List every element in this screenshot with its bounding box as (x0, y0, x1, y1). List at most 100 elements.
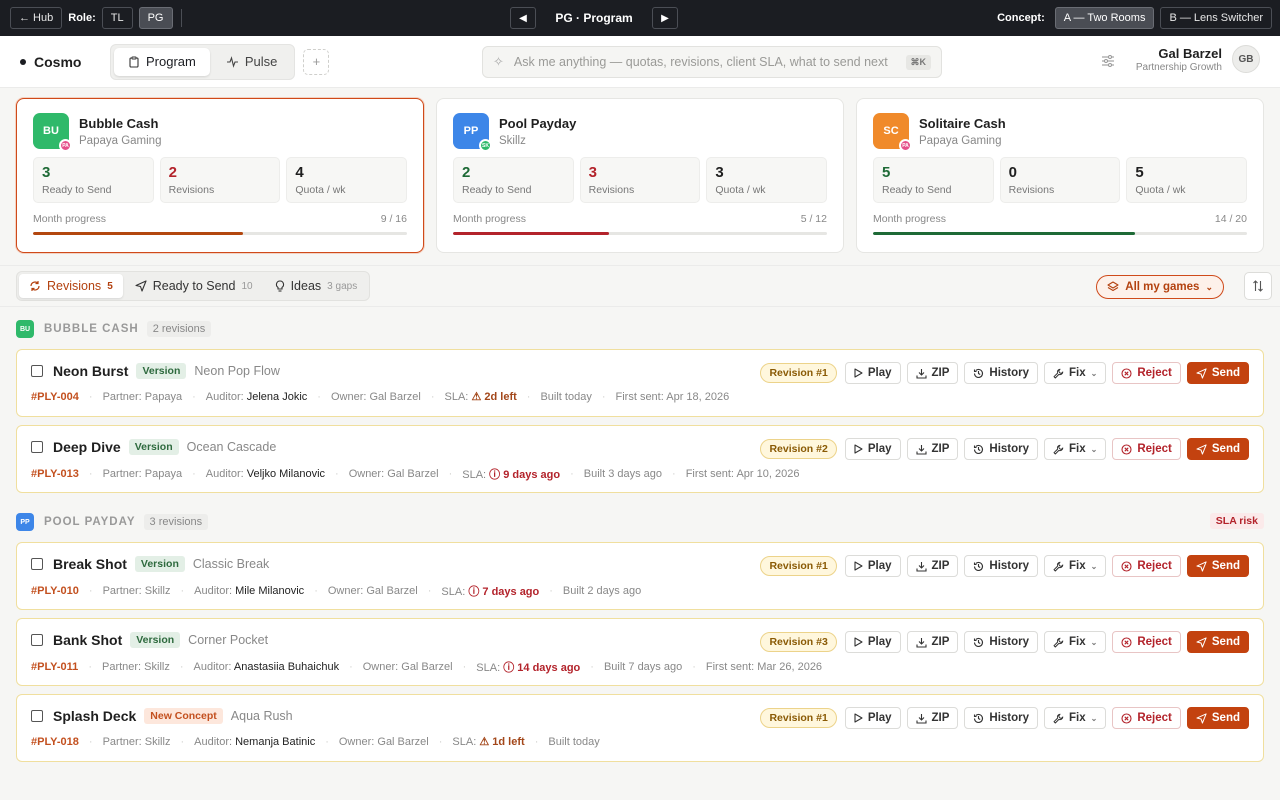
send-button[interactable]: Send (1186, 631, 1249, 653)
hub-button[interactable]: ← Hub (10, 7, 63, 29)
zip-button[interactable]: ZIP (906, 555, 959, 577)
send-button[interactable]: Send (1186, 555, 1249, 577)
play-button[interactable]: Play (844, 555, 901, 577)
sla-value: 14 days ago (517, 662, 581, 674)
play-label: Play (867, 367, 892, 379)
stat-quota[interactable]: 4 Quota / wk (286, 157, 408, 203)
concept-b-button[interactable]: B — Lens Switcher (1160, 7, 1272, 29)
x-circle-icon (1121, 636, 1132, 648)
playable-name[interactable]: Neon Burst (53, 363, 128, 379)
play-button[interactable]: Play (844, 707, 901, 729)
playable-id[interactable]: #PLY-018 (31, 736, 79, 748)
row-checkbox[interactable] (31, 558, 43, 570)
game-card[interactable]: BU PA Bubble Cash Papaya Gaming 3 Ready … (16, 98, 424, 253)
ask-search-bar[interactable]: ✧ Ask me anything — quotas, revisions, c… (482, 46, 942, 78)
concept-a-button[interactable]: A — Two Rooms (1054, 7, 1155, 29)
zip-button[interactable]: ZIP (906, 631, 959, 653)
playable-id[interactable]: #PLY-011 (31, 661, 78, 673)
row-checkbox[interactable] (31, 710, 43, 722)
built-text: Built 2 days ago (562, 585, 642, 597)
owner-text: Owner: Gal Barzel (362, 661, 453, 673)
history-button[interactable]: History (964, 707, 1039, 729)
reject-button[interactable]: Reject (1112, 631, 1181, 653)
playable-id[interactable]: #PLY-013 (31, 468, 79, 480)
playable-name[interactable]: Deep Dive (53, 439, 121, 455)
history-button[interactable]: History (964, 631, 1039, 653)
revision-row[interactable]: Break Shot Version Classic Break #PLY-01… (16, 542, 1264, 610)
type-tag: Version (130, 632, 181, 648)
stat-quota[interactable]: 3 Quota / wk (706, 157, 828, 203)
send-button[interactable]: Send (1186, 707, 1249, 729)
reject-button[interactable]: Reject (1112, 555, 1181, 577)
tab-pulse[interactable]: Pulse (212, 48, 292, 76)
sla-value: 1d left (492, 736, 525, 748)
partner-name: Skillz (499, 134, 526, 147)
sla-status-icon: ⚠ (479, 736, 490, 748)
fix-dropdown-button[interactable]: Fix ⌄ (1044, 631, 1107, 653)
history-button[interactable]: History (964, 555, 1039, 577)
history-label: History (989, 712, 1030, 724)
stat-revisions[interactable]: 0 Revisions (999, 157, 1121, 203)
tab-revisions[interactable]: Revisions 5 (19, 274, 123, 298)
revision-row[interactable]: Bank Shot Version Corner Pocket #PLY-011… (16, 618, 1264, 686)
playable-name[interactable]: Splash Deck (53, 708, 136, 724)
history-button[interactable]: History (964, 362, 1039, 384)
play-button[interactable]: Play (844, 362, 901, 384)
zip-button[interactable]: ZIP (906, 707, 959, 729)
auditor-name: Jelena Jokic (246, 390, 308, 403)
next-arrow-icon[interactable]: ▶ (652, 7, 678, 29)
row-meta-line: #PLY-013 · Partner: Papaya · Auditor: Ve… (31, 466, 799, 482)
play-button[interactable]: Play (844, 631, 901, 653)
role-tl-button[interactable]: TL (101, 7, 133, 29)
playable-name[interactable]: Bank Shot (53, 632, 122, 648)
wrench-icon (1053, 368, 1064, 378)
play-button[interactable]: Play (844, 438, 901, 460)
search-input[interactable]: Ask me anything — quotas, revisions, cli… (514, 55, 896, 69)
history-button[interactable]: History (964, 438, 1039, 460)
playable-name[interactable]: Break Shot (53, 556, 127, 572)
sliders-icon[interactable] (1101, 54, 1115, 68)
playable-id[interactable]: #PLY-004 (31, 391, 79, 403)
revision-row[interactable]: Neon Burst Version Neon Pop Flow #PLY-00… (16, 349, 1264, 417)
send-button[interactable]: Send (1186, 362, 1249, 384)
game-card[interactable]: PP SK Pool Payday Skillz 2 Ready to Send… (436, 98, 844, 253)
add-tab-button[interactable]: + (303, 48, 330, 75)
group-count: 2 revisions (146, 321, 212, 337)
stat-ready[interactable]: 3 Ready to Send (33, 157, 154, 203)
role-pg-button[interactable]: PG (138, 7, 173, 29)
fix-dropdown-button[interactable]: Fix ⌄ (1044, 555, 1107, 577)
stat-quota[interactable]: 5 Quota / wk (1126, 157, 1248, 203)
fix-dropdown-button[interactable]: Fix ⌄ (1044, 707, 1107, 729)
row-checkbox[interactable] (31, 365, 43, 377)
auditor-name: Veljko Milanovic (246, 468, 326, 480)
avatar[interactable]: GB (1232, 45, 1260, 73)
game-card[interactable]: SC PA Solitaire Cash Papaya Gaming 5 Rea… (856, 98, 1264, 253)
playable-id[interactable]: #PLY-010 (31, 585, 79, 597)
user-menu[interactable]: Gal Barzel Partnership Growth GB (1136, 45, 1260, 73)
row-checkbox[interactable] (31, 634, 43, 646)
game-initials: BU (43, 125, 59, 137)
tab-program[interactable]: Program (114, 47, 210, 76)
reject-button[interactable]: Reject (1112, 438, 1181, 460)
fix-dropdown-button[interactable]: Fix ⌄ (1044, 438, 1107, 460)
tab-ideas[interactable]: Ideas 3 gaps (265, 274, 368, 298)
reject-button[interactable]: Reject (1112, 362, 1181, 384)
brand[interactable]: Cosmo (20, 54, 110, 70)
stat-ready[interactable]: 5 Ready to Send (873, 157, 994, 203)
send-button[interactable]: Send (1186, 438, 1249, 460)
reject-button[interactable]: Reject (1112, 707, 1181, 729)
prev-arrow-icon[interactable]: ◀ (510, 7, 536, 29)
zip-button[interactable]: ZIP (906, 438, 959, 460)
stat-revisions[interactable]: 2 Revisions (159, 157, 281, 203)
all-games-dropdown[interactable]: All my games ⌄ (1096, 275, 1224, 299)
tab-ready-to-send[interactable]: Ready to Send 10 (125, 274, 263, 298)
sort-button[interactable] (1244, 272, 1272, 300)
game-icon: BU PA (33, 113, 72, 152)
row-checkbox[interactable] (31, 441, 43, 453)
revision-row[interactable]: Splash Deck New Concept Aqua Rush #PLY-0… (16, 694, 1264, 762)
fix-dropdown-button[interactable]: Fix ⌄ (1044, 362, 1107, 384)
zip-button[interactable]: ZIP (906, 362, 959, 384)
stat-revisions[interactable]: 3 Revisions (579, 157, 701, 203)
revision-row[interactable]: Deep Dive Version Ocean Cascade #PLY-013… (16, 425, 1264, 493)
stat-ready[interactable]: 2 Ready to Send (453, 157, 574, 203)
